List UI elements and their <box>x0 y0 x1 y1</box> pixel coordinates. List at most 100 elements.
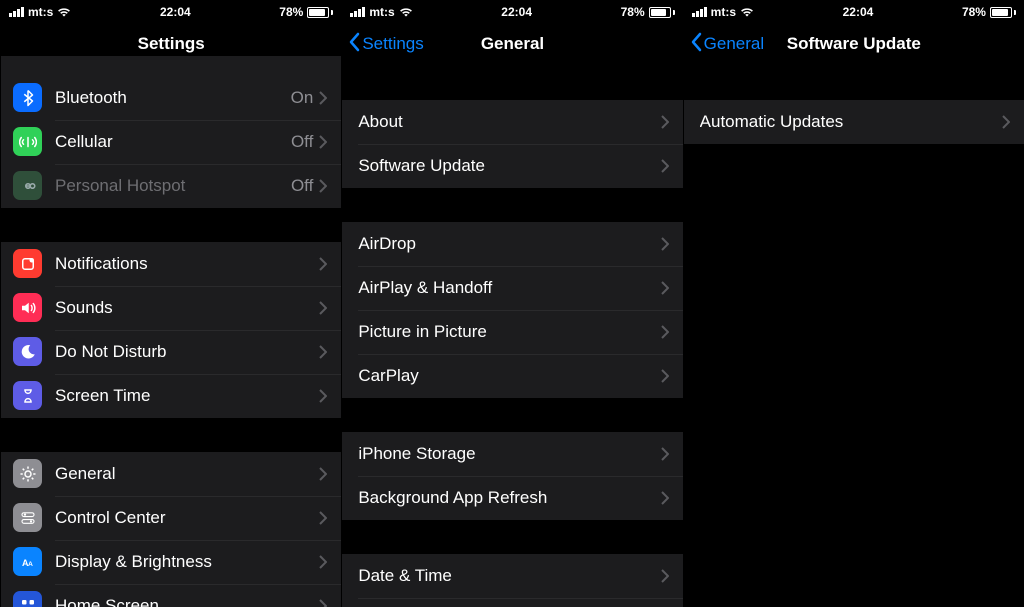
grid-icon <box>13 591 42 607</box>
row-label: Personal Hotspot <box>55 176 291 196</box>
chevron-right-icon <box>319 555 327 569</box>
row-automatic-updates[interactable]: Automatic Updates <box>684 100 1024 144</box>
row-label: Control Center <box>55 508 319 528</box>
back-label: General <box>704 34 764 54</box>
general-pane: mt:s 22:04 78% Settings General About So… <box>341 0 682 607</box>
row-label: Home Screen <box>55 596 319 607</box>
page-title: General <box>481 34 544 54</box>
row-date-time[interactable]: Date & Time <box>342 554 682 598</box>
battery-icon <box>990 7 1016 18</box>
wifi-icon <box>57 7 71 17</box>
chevron-right-icon <box>319 257 327 271</box>
row-label: Automatic Updates <box>700 112 1002 132</box>
row-display-brightness[interactable]: AA Display & Brightness <box>1 540 341 584</box>
chevron-right-icon <box>661 159 669 173</box>
chevron-right-icon <box>319 179 327 193</box>
row-picture-in-picture[interactable]: Picture in Picture <box>342 310 682 354</box>
row-notifications[interactable]: Notifications <box>1 242 341 286</box>
chevron-right-icon <box>661 237 669 251</box>
row-label: Background App Refresh <box>358 488 660 508</box>
signal-icon <box>350 7 365 17</box>
row-personal-hotspot[interactable]: Personal Hotspot Off <box>1 164 341 208</box>
row-do-not-disturb[interactable]: Do Not Disturb <box>1 330 341 374</box>
row-background-app-refresh[interactable]: Background App Refresh <box>342 476 682 520</box>
battery-pct-label: 78% <box>621 5 645 19</box>
chevron-right-icon <box>661 369 669 383</box>
row-airdrop[interactable]: AirDrop <box>342 222 682 266</box>
row-label: AirDrop <box>358 234 660 254</box>
carrier-label: mt:s <box>711 5 736 19</box>
software-update-pane: mt:s 22:04 78% General Software Update A… <box>683 0 1024 607</box>
text-size-icon: AA <box>13 547 42 576</box>
row-label: Sounds <box>55 298 319 318</box>
wifi-icon <box>740 7 754 17</box>
chevron-right-icon <box>661 447 669 461</box>
carrier-label: mt:s <box>28 5 53 19</box>
chevron-right-icon <box>661 115 669 129</box>
row-general[interactable]: General <box>1 452 341 496</box>
row-home-screen[interactable]: Home Screen <box>1 584 341 607</box>
row-bluetooth[interactable]: Bluetooth On <box>1 76 341 120</box>
chevron-right-icon <box>319 301 327 315</box>
back-button[interactable]: General <box>690 22 764 66</box>
svg-text:A: A <box>28 560 33 567</box>
row-value: Off <box>291 132 313 152</box>
status-bar: mt:s 22:04 78% <box>1 2 341 22</box>
chevron-right-icon <box>319 345 327 359</box>
carrier-label: mt:s <box>369 5 394 19</box>
time-label: 22:04 <box>843 5 874 19</box>
row-label: AirPlay & Handoff <box>358 278 660 298</box>
row-label: Date & Time <box>358 566 660 586</box>
page-title: Software Update <box>787 34 921 54</box>
hotspot-icon <box>13 171 42 200</box>
row-label: Bluetooth <box>55 88 291 108</box>
switches-icon <box>13 503 42 532</box>
notifications-icon <box>13 249 42 278</box>
row-label: Picture in Picture <box>358 322 660 342</box>
row-label: Software Update <box>358 156 660 176</box>
chevron-right-icon <box>319 91 327 105</box>
chevron-right-icon <box>661 569 669 583</box>
chevron-right-icon <box>319 389 327 403</box>
chevron-right-icon <box>319 467 327 481</box>
row-label: Display & Brightness <box>55 552 319 572</box>
row-iphone-storage[interactable]: iPhone Storage <box>342 432 682 476</box>
bluetooth-icon <box>13 83 42 112</box>
chevron-right-icon <box>319 511 327 525</box>
row-software-update[interactable]: Software Update <box>342 144 682 188</box>
row-sounds[interactable]: Sounds <box>1 286 341 330</box>
row-carplay[interactable]: CarPlay <box>342 354 682 398</box>
chevron-right-icon <box>661 491 669 505</box>
time-label: 22:04 <box>501 5 532 19</box>
battery-pct-label: 78% <box>962 5 986 19</box>
chevron-left-icon <box>348 32 360 57</box>
row-label: Do Not Disturb <box>55 342 319 362</box>
row-value: Off <box>291 176 313 196</box>
row-control-center[interactable]: Control Center <box>1 496 341 540</box>
row-about[interactable]: About <box>342 100 682 144</box>
row-label: CarPlay <box>358 366 660 386</box>
status-bar: mt:s 22:04 78% <box>342 2 682 22</box>
hourglass-icon <box>13 381 42 410</box>
chevron-right-icon <box>661 325 669 339</box>
row-screen-time[interactable]: Screen Time <box>1 374 341 418</box>
chevron-right-icon <box>661 281 669 295</box>
row-airplay-handoff[interactable]: AirPlay & Handoff <box>342 266 682 310</box>
gear-icon <box>13 459 42 488</box>
back-button[interactable]: Settings <box>348 22 423 66</box>
chevron-left-icon <box>690 32 702 57</box>
battery-icon <box>307 7 333 18</box>
row-label: Cellular <box>55 132 291 152</box>
back-label: Settings <box>362 34 423 54</box>
nav-bar: General Software Update <box>684 22 1024 66</box>
row-label: iPhone Storage <box>358 444 660 464</box>
moon-icon <box>13 337 42 366</box>
row-cellular[interactable]: Cellular Off <box>1 120 341 164</box>
row-keyboard[interactable]: Keyboard <box>342 598 682 607</box>
status-bar: mt:s 22:04 78% <box>684 2 1024 22</box>
row-label: General <box>55 464 319 484</box>
battery-pct-label: 78% <box>279 5 303 19</box>
chevron-right-icon <box>319 135 327 149</box>
row-label: Notifications <box>55 254 319 274</box>
sounds-icon <box>13 293 42 322</box>
